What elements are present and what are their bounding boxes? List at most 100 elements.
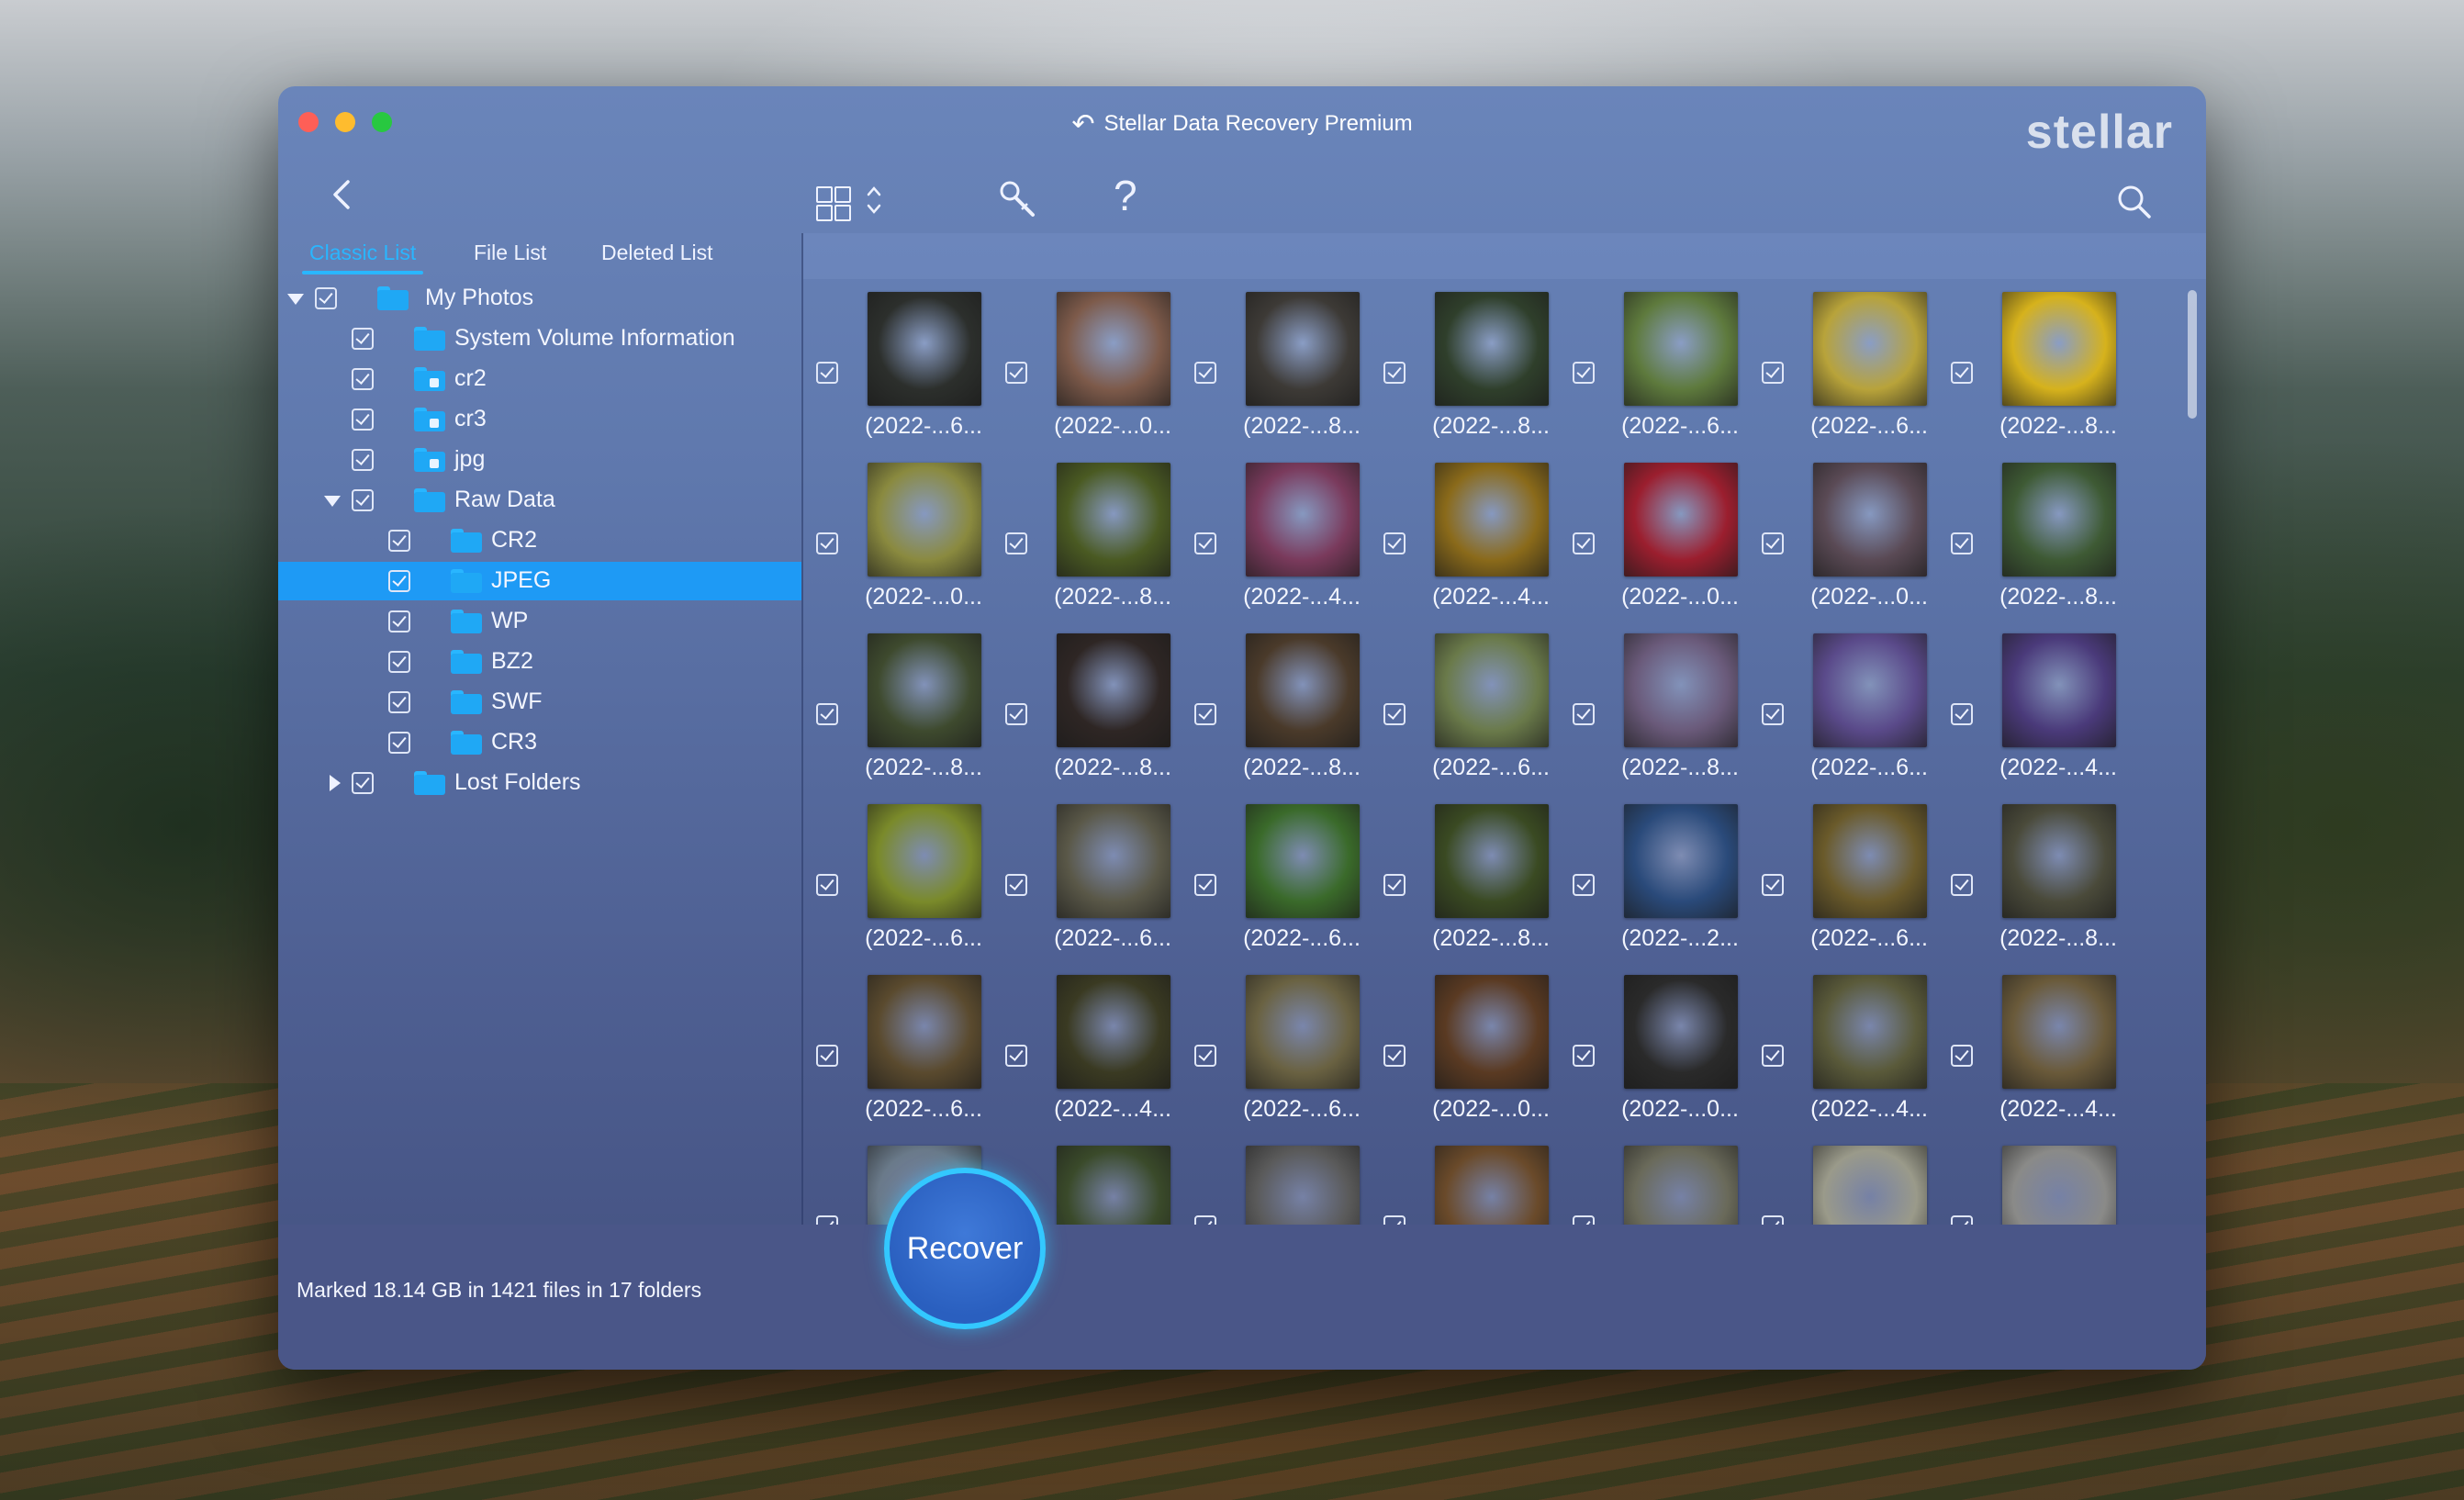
thumbnail-checkbox[interactable] xyxy=(1383,1045,1406,1067)
tree-item-cr2[interactable]: cr2 xyxy=(278,360,801,398)
photo-thumbnail[interactable] xyxy=(1057,975,1170,1089)
thumbnail-item[interactable] xyxy=(1560,1138,1749,1225)
thumbnail-checkbox[interactable] xyxy=(1005,1045,1027,1067)
tab-deleted-list[interactable]: Deleted List xyxy=(601,241,712,265)
thumbnail-item[interactable]: (2022-...8... xyxy=(992,626,1182,797)
thumbnail-checkbox[interactable] xyxy=(1573,532,1595,554)
thumbnail-checkbox[interactable] xyxy=(1762,362,1784,384)
photo-thumbnail[interactable] xyxy=(868,463,981,576)
thumbnail-item[interactable]: (2022-...8... xyxy=(992,455,1182,626)
thumbnail-item[interactable]: (2022-...6... xyxy=(1749,626,1938,797)
thumbnail-checkbox[interactable] xyxy=(1194,874,1216,896)
thumbnail-item[interactable]: (2022-...8... xyxy=(1371,285,1560,455)
thumbnail-checkbox[interactable] xyxy=(1762,874,1784,896)
thumbnail-checkbox[interactable] xyxy=(1573,1215,1595,1225)
thumbnail-item[interactable]: (2022-...6... xyxy=(1182,968,1371,1138)
search-button[interactable] xyxy=(2116,184,2153,220)
tab-file-list[interactable]: File List xyxy=(474,241,546,265)
thumbnail-item[interactable]: (2022-...4... xyxy=(1938,626,2127,797)
thumbnail-item[interactable] xyxy=(1371,1138,1560,1225)
tree-item-checkbox[interactable] xyxy=(388,732,410,754)
photo-thumbnail[interactable] xyxy=(1057,292,1170,406)
thumbnail-checkbox[interactable] xyxy=(1383,362,1406,384)
thumbnail-checkbox[interactable] xyxy=(1951,1215,1973,1225)
tree-item-jpg[interactable]: jpg xyxy=(278,441,801,479)
thumbnail-checkbox[interactable] xyxy=(1951,703,1973,725)
thumbnail-checkbox[interactable] xyxy=(816,703,838,725)
photo-thumbnail[interactable] xyxy=(2002,1146,2116,1225)
tree-item-cr3[interactable]: CR3 xyxy=(278,723,801,762)
disclosure-collapsed-icon[interactable] xyxy=(330,775,341,791)
thumbnail-item[interactable]: (2022-...4... xyxy=(1749,968,1938,1138)
photo-thumbnail[interactable] xyxy=(1624,292,1738,406)
photo-thumbnail[interactable] xyxy=(2002,463,2116,576)
thumbnail-checkbox[interactable] xyxy=(1194,532,1216,554)
thumbnail-checkbox[interactable] xyxy=(1573,1045,1595,1067)
thumbnail-item[interactable]: (2022-...8... xyxy=(1938,455,2127,626)
tree-item-system-volume-information[interactable]: System Volume Information xyxy=(278,319,801,358)
thumbnail-checkbox[interactable] xyxy=(1573,874,1595,896)
photo-thumbnail[interactable] xyxy=(1435,463,1549,576)
thumbnail-checkbox[interactable] xyxy=(1383,1215,1406,1225)
photo-thumbnail[interactable] xyxy=(1246,975,1360,1089)
photo-thumbnail[interactable] xyxy=(1624,975,1738,1089)
thumbnail-item[interactable] xyxy=(1938,1138,2127,1225)
thumbnail-item[interactable]: (2022-...6... xyxy=(803,285,992,455)
photo-thumbnail[interactable] xyxy=(1246,633,1360,747)
thumbnail-checkbox[interactable] xyxy=(1762,1215,1784,1225)
photo-thumbnail[interactable] xyxy=(1057,1146,1170,1225)
recover-button[interactable]: Recover xyxy=(884,1168,1046,1329)
photo-thumbnail[interactable] xyxy=(2002,292,2116,406)
tree-item-checkbox[interactable] xyxy=(352,328,374,350)
thumbnail-checkbox[interactable] xyxy=(816,1045,838,1067)
tree-item-checkbox[interactable] xyxy=(388,610,410,632)
tree-item-cr2[interactable]: CR2 xyxy=(278,521,801,560)
thumbnail-item[interactable]: (2022-...6... xyxy=(803,797,992,968)
photo-thumbnail[interactable] xyxy=(1624,804,1738,918)
thumbnail-checkbox[interactable] xyxy=(1951,874,1973,896)
disclosure-expanded-icon[interactable] xyxy=(287,294,304,305)
back-button[interactable] xyxy=(328,176,357,213)
thumbnail-item[interactable]: (2022-...4... xyxy=(1182,455,1371,626)
thumbnail-item[interactable]: (2022-...8... xyxy=(803,626,992,797)
photo-thumbnail[interactable] xyxy=(1435,1146,1549,1225)
thumbnail-checkbox[interactable] xyxy=(1383,703,1406,725)
thumbnail-checkbox[interactable] xyxy=(1762,1045,1784,1067)
photo-thumbnail[interactable] xyxy=(1057,463,1170,576)
thumbnail-checkbox[interactable] xyxy=(1762,532,1784,554)
thumbnail-checkbox[interactable] xyxy=(1005,703,1027,725)
thumbnail-item[interactable]: (2022-...6... xyxy=(803,968,992,1138)
thumbnail-item[interactable]: (2022-...8... xyxy=(1938,285,2127,455)
photo-thumbnail[interactable] xyxy=(1435,292,1549,406)
thumbnail-item[interactable]: (2022-...6... xyxy=(1749,285,1938,455)
photo-thumbnail[interactable] xyxy=(1813,1146,1927,1225)
thumbnail-checkbox[interactable] xyxy=(816,1215,838,1225)
tree-item-checkbox[interactable] xyxy=(388,691,410,713)
view-mode-button[interactable] xyxy=(815,185,881,222)
tree-item-my-photos[interactable]: My Photos xyxy=(278,279,801,318)
thumbnail-checkbox[interactable] xyxy=(1005,532,1027,554)
thumbnail-item[interactable]: (2022-...8... xyxy=(1371,797,1560,968)
photo-thumbnail[interactable] xyxy=(1813,804,1927,918)
photo-thumbnail[interactable] xyxy=(1813,975,1927,1089)
thumbnail-item[interactable]: (2022-...6... xyxy=(1182,797,1371,968)
thumbnail-checkbox[interactable] xyxy=(1194,362,1216,384)
thumbnail-item[interactable]: (2022-...0... xyxy=(1560,455,1749,626)
thumbnail-checkbox[interactable] xyxy=(1194,1215,1216,1225)
photo-thumbnail[interactable] xyxy=(1246,804,1360,918)
thumbnail-checkbox[interactable] xyxy=(816,874,838,896)
photo-thumbnail[interactable] xyxy=(2002,975,2116,1089)
photo-thumbnail[interactable] xyxy=(868,633,981,747)
thumbnail-item[interactable]: (2022-...4... xyxy=(1938,968,2127,1138)
thumbnail-item[interactable]: (2022-...4... xyxy=(992,968,1182,1138)
tree-item-checkbox[interactable] xyxy=(352,368,374,390)
photo-thumbnail[interactable] xyxy=(1057,804,1170,918)
thumbnail-checkbox[interactable] xyxy=(1194,1045,1216,1067)
thumbnail-item[interactable] xyxy=(1182,1138,1371,1225)
thumbnail-checkbox[interactable] xyxy=(1951,362,1973,384)
thumbnail-item[interactable]: (2022-...6... xyxy=(1371,626,1560,797)
thumbnail-item[interactable]: (2022-...8... xyxy=(1182,285,1371,455)
tree-item-swf[interactable]: SWF xyxy=(278,683,801,722)
tree-item-wp[interactable]: WP xyxy=(278,602,801,641)
photo-thumbnail[interactable] xyxy=(868,292,981,406)
